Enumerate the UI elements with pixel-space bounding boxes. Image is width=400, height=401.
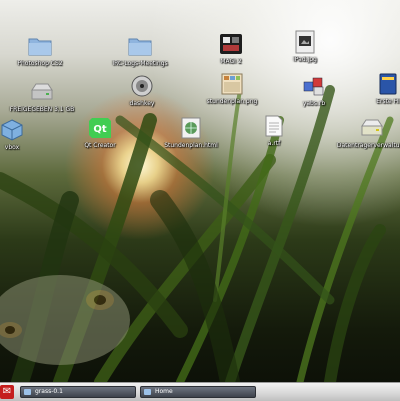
desktop-icon-label: Erste Hi (376, 98, 400, 105)
taskbar-button-label: Home (155, 388, 173, 395)
mail-icon: ✉ (2, 386, 12, 397)
desktop-icon-dashkey[interactable]: dashkey (94, 74, 190, 108)
qt-icon: Qt (89, 118, 111, 138)
svg-text:Qt: Qt (93, 124, 107, 135)
image-file-icon (295, 30, 315, 54)
desktop-icon-a-rtf[interactable]: a.rtf (226, 114, 322, 148)
start-menu-button[interactable]: ✉ (0, 385, 14, 399)
image-file-icon (221, 73, 243, 95)
web-file-icon (181, 117, 201, 139)
desktop-icon-irc-logs-meetings[interactable]: IRC-Logs-Meetings (92, 34, 188, 68)
desktop-icon-label: FREIGEGEBEN 3,1 GB (9, 106, 75, 113)
desktop-icon-label: Datenträgerverwaltung (336, 142, 400, 149)
app-icon (220, 34, 242, 54)
desktop-icon-label: Qt Creator (84, 142, 116, 149)
folder-icon (128, 38, 152, 56)
drive-icon (31, 83, 53, 100)
taskbar-button-label: grass-0.1 (35, 388, 63, 395)
desktop-icon-freigegeben[interactable]: FREIGEGEBEN 3,1 GB (0, 80, 90, 114)
desktop-icon-qt-creator[interactable]: Qt Qt Creator (52, 116, 148, 150)
desktop-icon-ipad-jpg[interactable]: iPad.jpg (257, 30, 353, 64)
taskbar-button-home[interactable]: Home (140, 386, 256, 398)
desktop-icon-label: a.rtf (267, 140, 281, 147)
book-icon (379, 73, 397, 95)
desktop-icon-erste-hi[interactable]: Erste Hi (340, 72, 400, 106)
drive-icon (361, 119, 383, 136)
desktop-icon-label: iPad.jpg (293, 56, 317, 63)
desktop-icon-photoshop-cs2[interactable]: Photoshop CS2 (0, 34, 88, 68)
taskbar: ✉ grass-0.1 Home (0, 382, 400, 401)
window-icon (24, 389, 31, 395)
desktop-icon-datentraegerverwaltung[interactable]: Datenträgerverwaltung (324, 116, 400, 150)
ruby-file-icon (303, 77, 324, 96)
desktop-icon-label: Photoshop CS2 (17, 60, 63, 67)
taskbar-button-grass[interactable]: grass-0.1 (20, 386, 136, 398)
cube-icon (1, 119, 23, 141)
desktop-icon-stundenplan-html[interactable]: Stundenplan.html (143, 116, 239, 150)
desktop-icon-label: vbox (4, 144, 20, 151)
desktop-icon-label: dashkey (129, 100, 155, 107)
desktop-icon-label: Stundenplan.html (164, 142, 218, 149)
desktop-icon-label: IRC-Logs-Meetings (112, 60, 168, 67)
folder-icon (28, 38, 52, 56)
document-icon (265, 115, 283, 137)
disc-icon (131, 75, 153, 97)
desktop-icon-vbox[interactable]: vbox (0, 118, 60, 152)
folder-icon (144, 389, 151, 395)
